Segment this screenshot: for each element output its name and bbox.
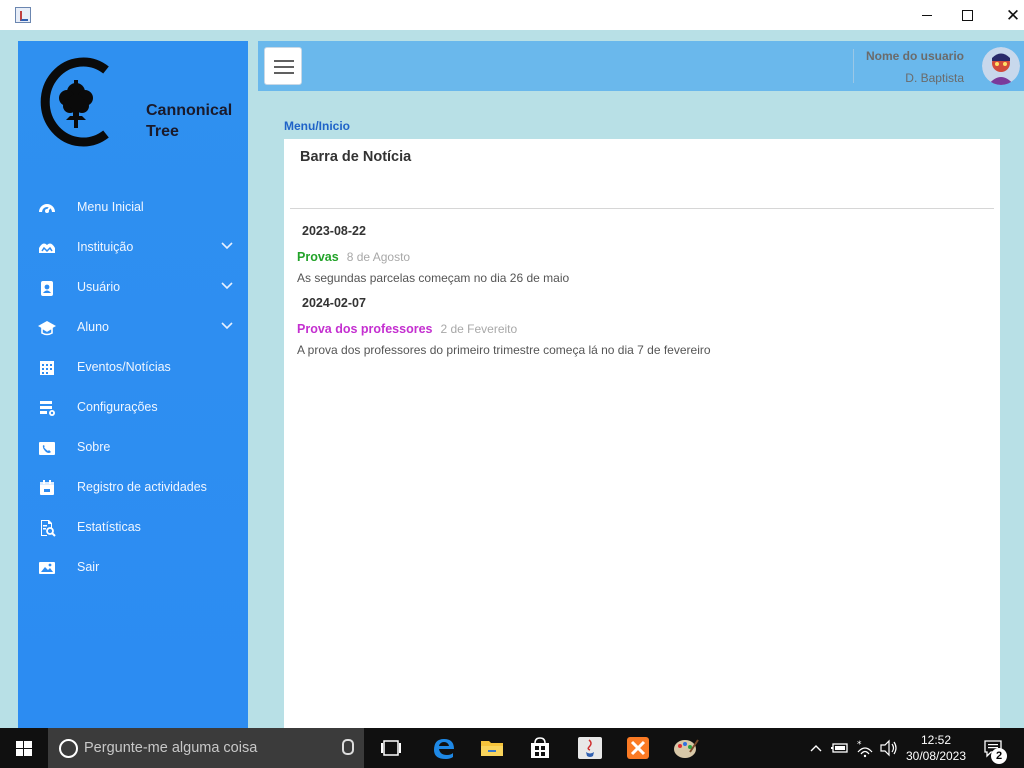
sidebar-item-label: Aluno: [77, 320, 109, 334]
paint-icon[interactable]: [662, 728, 710, 768]
xampp-icon[interactable]: [614, 728, 662, 768]
brand-name: Cannonical Tree: [146, 100, 232, 142]
window-left-edge: [0, 30, 18, 728]
phone-icon: [39, 442, 55, 455]
sidebar-item-label: Sobre: [77, 440, 111, 454]
search-input[interactable]: Pergunte-me alguma coisa: [84, 740, 257, 756]
clock-time: 12:52: [920, 733, 952, 747]
sidebar-item-instituicao[interactable]: Instituição: [18, 227, 248, 267]
wifi-icon[interactable]: *: [854, 728, 876, 768]
chevron-down-icon: [221, 282, 233, 290]
settings-list-icon: [40, 401, 55, 416]
calendar-log-icon: [40, 480, 54, 495]
chevron-up-icon[interactable]: [808, 728, 824, 768]
maximize-icon: [961, 9, 973, 21]
hamburger-icon: [274, 66, 294, 68]
menu-toggle-button[interactable]: [264, 47, 302, 85]
news-subdate: 2 de Fevereito: [440, 322, 518, 336]
breadcrumb[interactable]: Menu/Inicio: [284, 119, 350, 133]
maximize-button[interactable]: [944, 0, 990, 30]
sidebar-item-label: Configurações: [77, 400, 158, 414]
report-search-icon: [41, 520, 56, 537]
news-tag[interactable]: Provas: [297, 250, 339, 264]
user-title-label: Nome do usuario: [865, 49, 964, 63]
battery-icon[interactable]: [830, 728, 850, 768]
sidebar-item-label: Instituição: [77, 240, 134, 254]
minimize-icon: [922, 14, 932, 16]
system-clock[interactable]: 12:52 30/08/2023: [900, 732, 972, 764]
taskbar-search-box[interactable]: Pergunte-me alguma coisa: [48, 728, 364, 768]
sidebar-menu: Menu Inicial Instituição Usuário Aluno E…: [18, 187, 248, 587]
clock-date: 30/08/2023: [905, 749, 967, 763]
sidebar-item-sobre[interactable]: Sobre: [18, 427, 248, 467]
sidebar-item-eventos[interactable]: Eventos/Notícias: [18, 347, 248, 387]
file-explorer-icon[interactable]: [468, 728, 516, 768]
card-title: Barra de Notícia: [300, 149, 412, 165]
volume-icon[interactable]: [878, 728, 900, 768]
sidebar-item-usuario[interactable]: Usuário: [18, 267, 248, 307]
sidebar-item-label: Menu Inicial: [77, 200, 144, 214]
user-badge-icon: [41, 281, 53, 296]
sidebar-item-estatisticas[interactable]: Estatísticas: [18, 507, 248, 547]
sidebar-item-label: Usuário: [77, 280, 121, 294]
store-icon[interactable]: [516, 728, 564, 768]
close-icon: ✕: [1005, 5, 1021, 25]
chevron-down-icon: [221, 322, 233, 330]
java-app-icon[interactable]: [15, 7, 31, 23]
brand-line-1: Cannonical: [146, 102, 233, 119]
image-exit-icon: [39, 562, 55, 574]
news-heading: Provas 8 de Agosto: [297, 250, 410, 264]
user-name-label: D. Baptista: [905, 71, 964, 85]
hamburger-icon: [274, 60, 294, 62]
top-header: Nome do usuario D. Baptista: [258, 41, 1024, 91]
graduation-cap-icon: [38, 321, 56, 336]
header-separator: [853, 49, 854, 83]
brand-line-2: Tree: [146, 123, 179, 140]
hamburger-icon: [274, 72, 294, 74]
sidebar-item-menu-inicial[interactable]: Menu Inicial: [18, 187, 248, 227]
java-app-taskbar-icon[interactable]: [566, 728, 614, 768]
window-titlebar: ✕: [0, 0, 1024, 30]
cannonical-tree-logo-icon: [40, 57, 109, 147]
news-text: As segundas parcelas começam no dia 26 d…: [297, 271, 570, 285]
microphone-icon[interactable]: [342, 739, 354, 755]
sidebar: Cannonical Tree Menu Inicial Instituição…: [18, 41, 248, 728]
notification-badge: 2: [991, 748, 1007, 764]
sidebar-item-label: Estatísticas: [77, 520, 141, 534]
institution-icon: [39, 243, 55, 253]
news-heading: Prova dos professores 2 de Fevereito: [297, 322, 517, 336]
task-view-icon[interactable]: [368, 728, 416, 768]
news-tag[interactable]: Prova dos professores: [297, 322, 432, 336]
chevron-down-icon: [221, 242, 233, 250]
calendar-grid-icon: [40, 361, 54, 375]
dashboard-gauge-icon: [39, 204, 55, 213]
avatar[interactable]: [982, 47, 1020, 85]
card-divider: [290, 208, 994, 209]
sidebar-item-label: Sair: [77, 560, 100, 574]
windows-start-icon[interactable]: [0, 728, 48, 768]
edge-browser-icon[interactable]: [420, 728, 468, 768]
svg-text:*: *: [857, 740, 862, 750]
sidebar-item-sair[interactable]: Sair: [18, 547, 248, 587]
news-subdate: 8 de Agosto: [346, 250, 411, 264]
news-date: 2024-02-07: [302, 296, 366, 310]
sidebar-item-registro[interactable]: Registro de actividades: [18, 467, 248, 507]
sidebar-item-configuracoes[interactable]: Configurações: [18, 387, 248, 427]
cortana-icon: [59, 739, 78, 758]
taskbar: Pergunte-me alguma coisa * 12:52 30/08/2…: [0, 728, 1024, 768]
close-button[interactable]: ✕: [990, 0, 1024, 30]
news-text: A prova dos professores do primeiro trim…: [297, 343, 711, 357]
sidebar-item-aluno[interactable]: Aluno: [18, 307, 248, 347]
sidebar-item-label: Eventos/Notícias: [77, 360, 171, 374]
news-card: Barra de Notícia 2023-08-22 Provas 8 de A…: [284, 139, 1000, 728]
news-date: 2023-08-22: [302, 224, 366, 238]
sidebar-item-label: Registro de actividades: [77, 480, 207, 494]
